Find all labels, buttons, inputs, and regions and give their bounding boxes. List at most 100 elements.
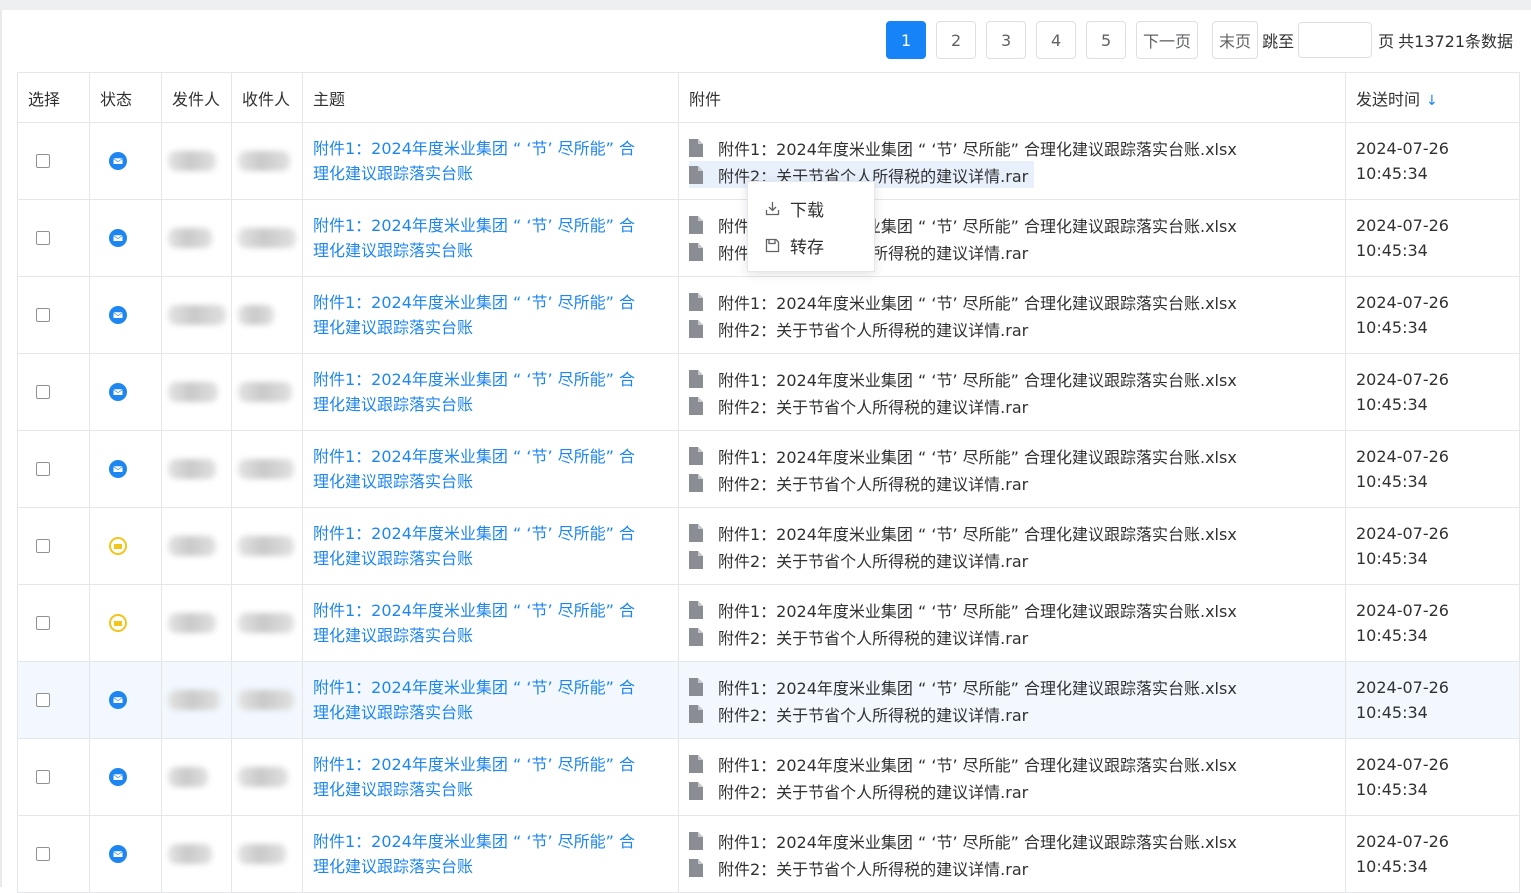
row-checkbox[interactable] [36,847,50,861]
table-row[interactable]: 附件1：2024年度米业集团 “ ‘节’ 尽所能” 合理化建议跟踪落实台账 附件1… [17,661,1520,739]
table-row[interactable]: 附件1：2024年度米业集团 “ ‘节’ 尽所能” 合理化建议跟踪落实台账 附件1… [17,738,1520,816]
next-page-button[interactable]: 下一页 [1136,21,1199,59]
subject-link[interactable]: 附件1：2024年度米业集团 “ ‘节’ 尽所能” 合理化建议跟踪落实台账 [313,136,678,186]
sort-desc-icon[interactable]: ↓ [1426,93,1438,109]
recipient-redacted [238,382,292,402]
subject-link[interactable]: 附件1：2024年度米业集团 “ ‘节’ 尽所能” 合理化建议跟踪落实台账 [313,444,678,494]
attachment-item[interactable]: 附件1：2024年度米业集团 “ ‘节’ 尽所能” 合理化建议跟踪落实台账.xl… [689,596,1345,623]
attachment-item[interactable]: 附件2：关于节省个人所得税的建议详情.rar [689,469,1345,496]
sender-cell [161,276,232,354]
attachment-item[interactable]: 附件2：关于节省个人所得税的建议详情.rar [689,392,1345,419]
subject-cell[interactable]: 附件1：2024年度米业集团 “ ‘节’ 尽所能” 合理化建议跟踪落实台账 [302,276,679,354]
subject-link[interactable]: 附件1：2024年度米业集团 “ ‘节’ 尽所能” 合理化建议跟踪落实台账 [313,367,678,417]
send-time-cell: 2024-07-26 10:45:34 [1345,584,1520,662]
jump-page-input[interactable] [1298,22,1373,58]
attachment-item[interactable]: 附件2：关于节省个人所得税的建议详情.rar [689,700,1345,727]
subject-link[interactable]: 附件1：2024年度米业集团 “ ‘节’ 尽所能” 合理化建议跟踪落实台账 [313,598,678,648]
attachment-item[interactable]: 附件1：2024年度米业集团 “ ‘节’ 尽所能” 合理化建议跟踪落实台账.xl… [689,827,1345,854]
table-row[interactable]: 附件1：2024年度米业集团 “ ‘节’ 尽所能” 合理化建议跟踪落实台账 附件1… [17,430,1520,508]
attachment-item[interactable]: 附件2：关于节省个人所得税的建议详情.rar [689,623,1345,650]
jump-label: 跳至 [1262,32,1295,51]
subject-cell[interactable]: 附件1：2024年度米业集团 “ ‘节’ 尽所能” 合理化建议跟踪落实台账 [302,507,679,585]
attachment-name: 附件1：2024年度米业集团 “ ‘节’ 尽所能” 合理化建议跟踪落实台账.xl… [718,293,1237,313]
table-row[interactable]: 附件1：2024年度米业集团 “ ‘节’ 尽所能” 合理化建议跟踪落实台账 附件1… [17,815,1520,893]
row-checkbox[interactable] [36,770,50,784]
attachment-item[interactable]: 附件1：2024年度米业集团 “ ‘节’ 尽所能” 合理化建议跟踪落实台账.xl… [689,134,1345,161]
subject-cell[interactable]: 附件1：2024年度米业集团 “ ‘节’ 尽所能” 合理化建议跟踪落实台账 [302,199,679,277]
table-row[interactable]: 附件1：2024年度米业集团 “ ‘节’ 尽所能” 合理化建议跟踪落实台账 附件1… [17,276,1520,354]
row-checkbox[interactable] [36,308,50,322]
file-icon [689,781,703,800]
column-header-subject: 主题 [302,72,679,123]
file-icon [689,242,703,261]
send-date: 2024-07-26 [1356,216,1449,235]
sender-redacted [168,844,212,864]
attachment-name: 附件2：关于节省个人所得税的建议详情.rar [718,628,1029,648]
row-checkbox[interactable] [36,385,50,399]
send-date: 2024-07-26 [1356,524,1449,543]
subject-link[interactable]: 附件1：2024年度米业集团 “ ‘节’ 尽所能” 合理化建议跟踪落实台账 [313,290,678,340]
file-icon [689,858,703,877]
mail-read-icon [109,845,127,863]
file-icon [689,600,703,619]
subject-link[interactable]: 附件1：2024年度米业集团 “ ‘节’ 尽所能” 合理化建议跟踪落实台账 [313,675,678,725]
attachment-item[interactable]: 附件1：2024年度米业集团 “ ‘节’ 尽所能” 合理化建议跟踪落实台账.xl… [689,288,1345,315]
attachment-name: 附件2：关于节省个人所得税的建议详情.rar [718,705,1029,725]
table-row[interactable]: 附件1：2024年度米业集团 “ ‘节’ 尽所能” 合理化建议跟踪落实台账 附件1… [17,507,1520,585]
page-button-1[interactable]: 1 [886,21,927,59]
subject-link[interactable]: 附件1：2024年度米业集团 “ ‘节’ 尽所能” 合理化建议跟踪落实台账 [313,213,678,263]
column-header-select: 选择 [17,72,90,123]
attachment-item[interactable]: 附件2：关于节省个人所得税的建议详情.rar [689,854,1345,881]
subject-cell[interactable]: 附件1：2024年度米业集团 “ ‘节’ 尽所能” 合理化建议跟踪落实台账 [302,661,679,739]
subject-link[interactable]: 附件1：2024年度米业集团 “ ‘节’ 尽所能” 合理化建议跟踪落实台账 [313,521,678,571]
save-menu-item[interactable]: 转存 [748,227,874,264]
recipient-redacted [238,844,286,864]
subject-cell[interactable]: 附件1：2024年度米业集团 “ ‘节’ 尽所能” 合理化建议跟踪落实台账 [302,353,679,431]
attachments-cell: 附件1：2024年度米业集团 “ ‘节’ 尽所能” 合理化建议跟踪落实台账.xl… [678,430,1346,508]
row-checkbox[interactable] [36,154,50,168]
subject-line-1: 附件1：2024年度米业集团 “ ‘节’ 尽所能” 合 [313,293,635,312]
subject-cell[interactable]: 附件1：2024年度米业集团 “ ‘节’ 尽所能” 合理化建议跟踪落实台账 [302,122,679,200]
attachment-item[interactable]: 附件1：2024年度米业集团 “ ‘节’ 尽所能” 合理化建议跟踪落实台账.xl… [689,673,1345,700]
subject-line-2: 理化建议跟踪落实台账 [313,472,474,491]
attachment-item[interactable]: 附件1：2024年度米业集团 “ ‘节’ 尽所能” 合理化建议跟踪落实台账.xl… [689,365,1345,392]
page-button-3[interactable]: 3 [986,21,1027,59]
status-cell [89,815,162,893]
attachment-item[interactable]: 附件1：2024年度米业集团 “ ‘节’ 尽所能” 合理化建议跟踪落实台账.xl… [689,442,1345,469]
subject-link[interactable]: 附件1：2024年度米业集团 “ ‘节’ 尽所能” 合理化建议跟踪落实台账 [313,829,678,879]
table-row[interactable]: 附件1：2024年度米业集团 “ ‘节’ 尽所能” 合理化建议跟踪落实台账 附件1… [17,353,1520,431]
attachment-item[interactable]: 附件2：关于节省个人所得税的建议详情.rar [689,315,1345,342]
column-header-send-time[interactable]: 发送时间 ↓ [1345,72,1520,123]
attachment-item[interactable]: 附件2：关于节省个人所得税的建议详情.rar [689,777,1345,804]
send-time-cell: 2024-07-26 10:45:34 [1345,815,1520,893]
row-checkbox[interactable] [36,231,50,245]
subject-line-1: 附件1：2024年度米业集团 “ ‘节’ 尽所能” 合 [313,139,635,158]
page-button-4[interactable]: 4 [1036,21,1077,59]
row-checkbox[interactable] [36,462,50,476]
attachment-item[interactable]: 附件1：2024年度米业集团 “ ‘节’ 尽所能” 合理化建议跟踪落实台账.xl… [689,750,1345,777]
subject-cell[interactable]: 附件1：2024年度米业集团 “ ‘节’ 尽所能” 合理化建议跟踪落实台账 [302,430,679,508]
attachment-item[interactable]: 附件2：关于节省个人所得税的建议详情.rar [689,546,1345,573]
page-button-2[interactable]: 2 [936,21,977,59]
send-date: 2024-07-26 [1356,755,1449,774]
column-header-attachments: 附件 [678,72,1346,123]
subject-cell[interactable]: 附件1：2024年度米业集团 “ ‘节’ 尽所能” 合理化建议跟踪落实台账 [302,815,679,893]
subject-line-1: 附件1：2024年度米业集团 “ ‘节’ 尽所能” 合 [313,601,635,620]
attachment-item[interactable]: 附件1：2024年度米业集团 “ ‘节’ 尽所能” 合理化建议跟踪落实台账.xl… [689,519,1345,546]
table-row[interactable]: 附件1：2024年度米业集团 “ ‘节’ 尽所能” 合理化建议跟踪落实台账 附件1… [17,584,1520,662]
row-checkbox[interactable] [36,616,50,630]
sender-cell [161,661,232,739]
select-cell [17,661,90,739]
subject-link[interactable]: 附件1：2024年度米业集团 “ ‘节’ 尽所能” 合理化建议跟踪落实台账 [313,752,678,802]
left-border [0,10,2,887]
subject-cell[interactable]: 附件1：2024年度米业集团 “ ‘节’ 尽所能” 合理化建议跟踪落实台账 [302,584,679,662]
subject-cell[interactable]: 附件1：2024年度米业集团 “ ‘节’ 尽所能” 合理化建议跟踪落实台账 [302,738,679,816]
page-button-5[interactable]: 5 [1086,21,1127,59]
last-page-button[interactable]: 末页 [1212,21,1259,59]
sender-cell [161,353,232,431]
row-checkbox[interactable] [36,539,50,553]
download-menu-item[interactable]: 下载 [748,190,874,227]
column-header-recipient: 收件人 [231,72,303,123]
status-cell [89,276,162,354]
row-checkbox[interactable] [36,693,50,707]
